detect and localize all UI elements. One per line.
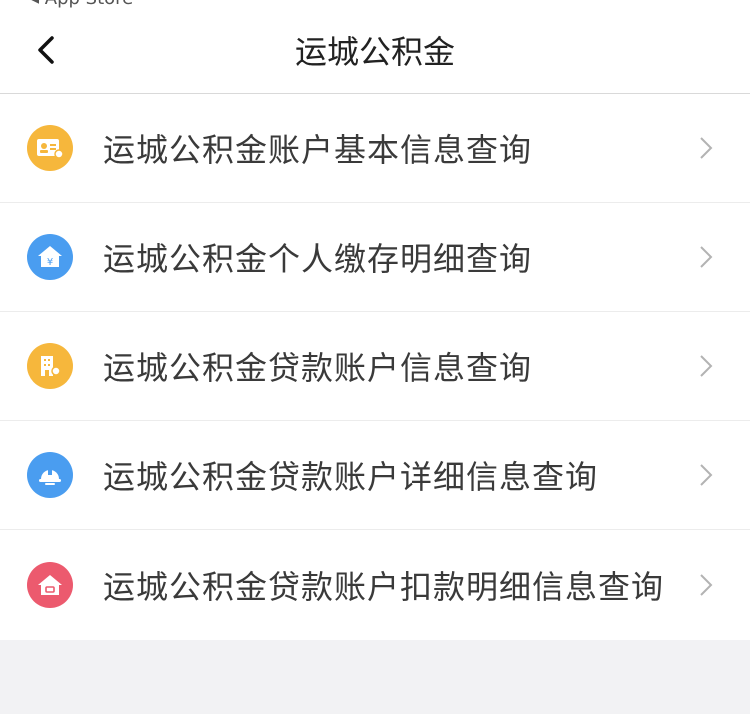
menu-list: 运城公积金账户基本信息查询 ¥ 运城公积金个人缴存明细查询 运城公积金贷款账户信… — [0, 94, 750, 640]
menu-item-label: 运城公积金贷款账户详细信息查询 — [103, 458, 599, 496]
menu-item-label: 运城公积金贷款账户信息查询 — [103, 349, 533, 387]
menu-item-personal-deposit-detail[interactable]: ¥ 运城公积金个人缴存明细查询 — [0, 203, 750, 312]
chevron-right-icon — [696, 351, 716, 381]
chevron-right-icon — [696, 133, 716, 163]
menu-item-label: 运城公积金贷款账户扣款明细信息查询 — [103, 568, 665, 606]
helmet-icon — [27, 452, 73, 498]
navigation-bar: 运城公积金 — [0, 8, 750, 94]
menu-item-loan-account-detail[interactable]: 运城公积金贷款账户详细信息查询 — [0, 421, 750, 530]
svg-text:¥: ¥ — [47, 257, 53, 268]
money-house-icon: ¥ — [27, 234, 73, 280]
home-icon — [27, 562, 73, 608]
status-back-app-text[interactable]: ◂ App Store — [30, 0, 133, 8]
id-card-icon — [27, 125, 73, 171]
menu-item-label: 运城公积金账户基本信息查询 — [103, 131, 533, 169]
page-title: 运城公积金 — [294, 33, 455, 71]
menu-item-loan-deduction-detail[interactable]: 运城公积金贷款账户扣款明细信息查询 — [0, 530, 750, 640]
menu-item-loan-account-info[interactable]: 运城公积金贷款账户信息查询 — [0, 312, 750, 421]
chevron-right-icon — [696, 460, 716, 490]
menu-item-label: 运城公积金个人缴存明细查询 — [103, 240, 533, 278]
building-icon — [27, 343, 73, 389]
chevron-right-icon — [696, 242, 716, 272]
status-bar: ◂ App Store — [0, 0, 750, 8]
chevron-right-icon — [696, 570, 716, 600]
menu-item-account-basic-info[interactable]: 运城公积金账户基本信息查询 — [0, 94, 750, 203]
